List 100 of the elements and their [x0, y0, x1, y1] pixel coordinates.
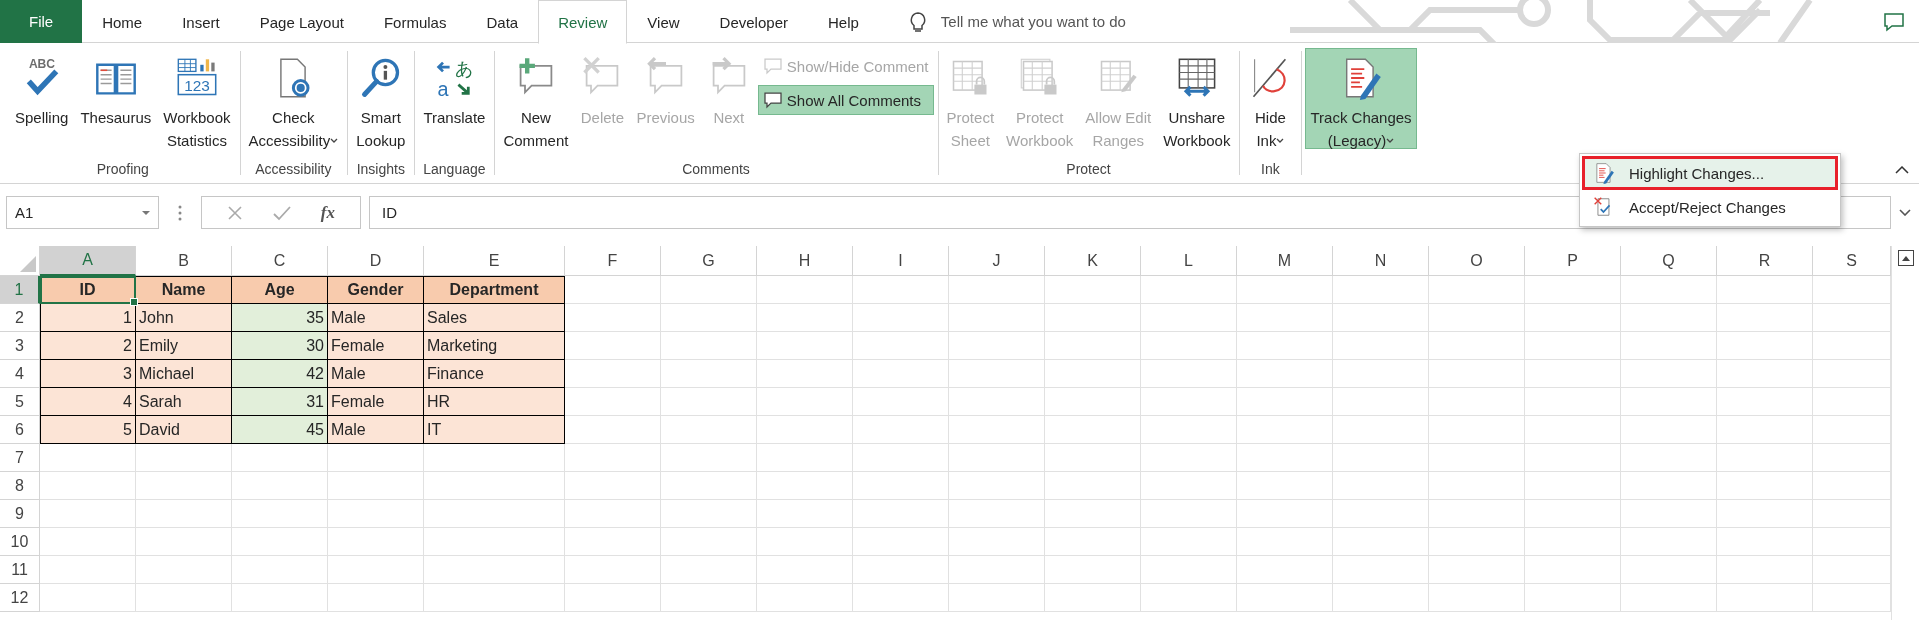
- column-header[interactable]: H: [757, 246, 853, 276]
- expand-icon[interactable]: [1899, 209, 1911, 216]
- column-header[interactable]: N: [1333, 246, 1429, 276]
- menu-item[interactable]: Highlight Changes...: [1582, 156, 1838, 190]
- row-header[interactable]: 2: [0, 304, 40, 332]
- ribbon-button[interactable]: Thesaurus: [75, 48, 157, 149]
- comment-icon[interactable]: [1883, 11, 1905, 33]
- column-header[interactable]: F: [565, 246, 661, 276]
- ribbon-tab[interactable]: Home: [82, 0, 163, 44]
- column-header[interactable]: R: [1717, 246, 1813, 276]
- caret-icon: [142, 210, 150, 215]
- table-cell: Gender: [328, 276, 424, 304]
- table-cell: Name: [136, 276, 232, 304]
- table-cell: Sarah: [136, 388, 232, 416]
- ribbon-tab[interactable]: Formulas: [363, 0, 467, 44]
- row-header[interactable]: 12: [0, 584, 40, 612]
- table-cell: Department: [424, 276, 565, 304]
- table-cell: John: [136, 304, 232, 332]
- group-label: Ink: [1260, 160, 1281, 179]
- table-cell: Finance: [424, 360, 565, 388]
- ribbon-button[interactable]: あ a Translate: [418, 48, 491, 149]
- table-cell: ID: [40, 276, 136, 304]
- row-header[interactable]: 6: [0, 416, 40, 444]
- column-header[interactable]: M: [1237, 246, 1333, 276]
- table-cell: 45: [232, 416, 328, 444]
- name-box[interactable]: A1: [6, 196, 159, 229]
- row-header[interactable]: 5: [0, 388, 40, 416]
- ribbon-tab[interactable]: View: [627, 0, 700, 44]
- triangle-up-icon: [1901, 255, 1910, 261]
- row-header[interactable]: 3: [0, 332, 40, 360]
- table-cell: 35: [232, 304, 328, 332]
- group-label: Proofing: [95, 160, 150, 179]
- group-label: Comments: [681, 160, 751, 179]
- column-header[interactable]: I: [853, 246, 949, 276]
- scroll-up-button[interactable]: [1897, 250, 1914, 266]
- table-cell: Michael: [136, 360, 232, 388]
- group-label: Accessibility: [254, 160, 333, 179]
- table-cell: Male: [328, 360, 424, 388]
- row-header[interactable]: 1: [0, 276, 40, 304]
- table-cell: Female: [328, 332, 424, 360]
- table-cell: 4: [40, 388, 136, 416]
- column-header[interactable]: P: [1525, 246, 1621, 276]
- table-cell: 42: [232, 360, 328, 388]
- column-header[interactable]: A: [40, 246, 136, 276]
- ribbon-tab[interactable]: Data: [466, 0, 539, 44]
- grip-icon: [178, 204, 182, 221]
- ribbon-tab[interactable]: Developer: [699, 0, 808, 44]
- table-cell: 2: [40, 332, 136, 360]
- column-header[interactable]: J: [949, 246, 1045, 276]
- column-header[interactable]: S: [1813, 246, 1891, 276]
- ribbon-button[interactable]: New Comment: [498, 48, 574, 149]
- row-header[interactable]: 10: [0, 528, 40, 556]
- ribbon-tab[interactable]: Help: [807, 0, 879, 44]
- ribbon-button[interactable]: Unshare Workbook: [1158, 48, 1236, 149]
- ribbon-button[interactable]: Track Changes (Legacy): [1305, 48, 1417, 149]
- table-cell: IT: [424, 416, 565, 444]
- table-cell: 30: [232, 332, 328, 360]
- ribbon-button[interactable]: Hide Ink: [1243, 48, 1298, 149]
- fill-handle[interactable]: [130, 298, 138, 306]
- ribbon-button[interactable]: 123 Workbook Statistics: [158, 48, 236, 149]
- column-header[interactable]: O: [1429, 246, 1525, 276]
- table-cell: 5: [40, 416, 136, 444]
- table-cell: Sales: [424, 304, 565, 332]
- comment-icon: [762, 90, 783, 110]
- table-cell: Emily: [136, 332, 232, 360]
- column-header[interactable]: K: [1045, 246, 1141, 276]
- search-field[interactable]: Tell me what you want to do: [938, 12, 1203, 31]
- table-cell: Male: [328, 416, 424, 444]
- table-cell: HR: [424, 388, 565, 416]
- row-header[interactable]: 9: [0, 500, 40, 528]
- group-label: Insights: [355, 160, 406, 179]
- table-cell: 31: [232, 388, 328, 416]
- table-cell: Age: [232, 276, 328, 304]
- group-label: Language: [422, 160, 487, 179]
- column-header[interactable]: G: [661, 246, 757, 276]
- ribbon-tab[interactable]: Insert: [162, 0, 240, 44]
- ribbon-button[interactable]: Check Accessibility: [243, 48, 344, 149]
- column-header[interactable]: Q: [1621, 246, 1717, 276]
- ribbon-tab[interactable]: Page Layout: [239, 0, 364, 44]
- table-cell: 1: [40, 304, 136, 332]
- document-pencil-icon: [1593, 162, 1615, 184]
- table-cell: Male: [328, 304, 424, 332]
- row-header[interactable]: 11: [0, 556, 40, 584]
- table-cell: David: [136, 416, 232, 444]
- group-label: Protect: [1065, 160, 1112, 179]
- ribbon-tab[interactable]: Review: [538, 0, 628, 44]
- ribbon-button[interactable]: Smart Lookup: [351, 48, 411, 149]
- row-header[interactable]: 8: [0, 472, 40, 500]
- ribbon-button[interactable]: Show All Comments: [757, 85, 934, 115]
- ribbon-button[interactable]: ABC Spelling: [10, 48, 74, 149]
- comment-icon: [762, 56, 783, 76]
- insert-function-button[interactable]: fx: [320, 202, 335, 223]
- row-header[interactable]: 4: [0, 360, 40, 388]
- column-header[interactable]: L: [1141, 246, 1237, 276]
- table-cell: Marketing: [424, 332, 565, 360]
- ribbon-tab[interactable]: File: [0, 0, 83, 43]
- table-cell: Female: [328, 388, 424, 416]
- table-cell: 3: [40, 360, 136, 388]
- collapse-ribbon-icon[interactable]: [1895, 166, 1909, 175]
- row-header[interactable]: 7: [0, 444, 40, 472]
